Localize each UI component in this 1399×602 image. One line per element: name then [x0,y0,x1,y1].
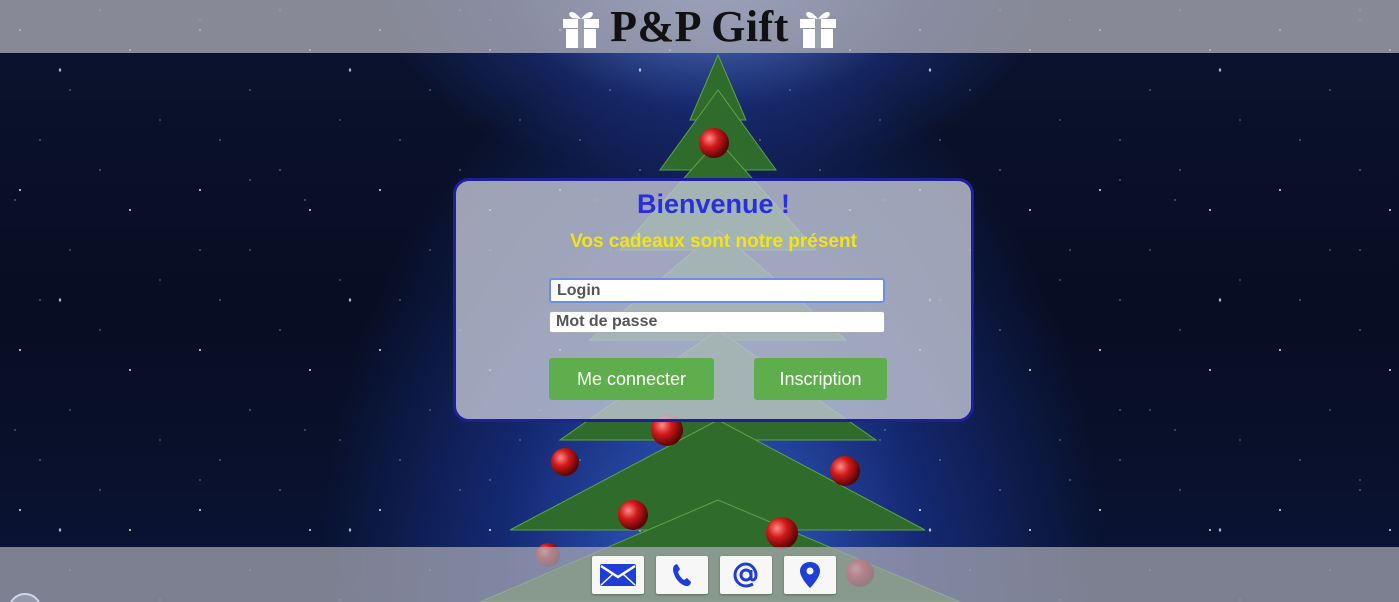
welcome-subtitle: Vos cadeaux sont notre présent [570,231,857,252]
login-card: Bienvenue ! Vos cadeaux sont notre prése… [453,178,974,422]
phone-link[interactable] [656,556,708,594]
phone-icon [673,564,691,587]
welcome-title: Bienvenue ! [636,189,791,219]
brand: P&P Gift [0,2,1399,52]
password-input[interactable] [549,311,885,333]
login-input[interactable] [549,278,885,303]
mail-link[interactable] [592,556,644,594]
login-button[interactable]: Me connecter [549,358,714,400]
location-pin-icon [800,562,820,588]
signup-button[interactable]: Inscription [754,358,887,400]
at-sign-icon [733,562,758,588]
contact-links [592,556,836,594]
gift-icon [799,11,836,48]
mail-icon [600,564,636,586]
brand-title: P&P Gift [610,2,789,51]
location-link[interactable] [784,556,836,594]
gift-icon [563,11,600,48]
email-link[interactable] [720,556,772,594]
